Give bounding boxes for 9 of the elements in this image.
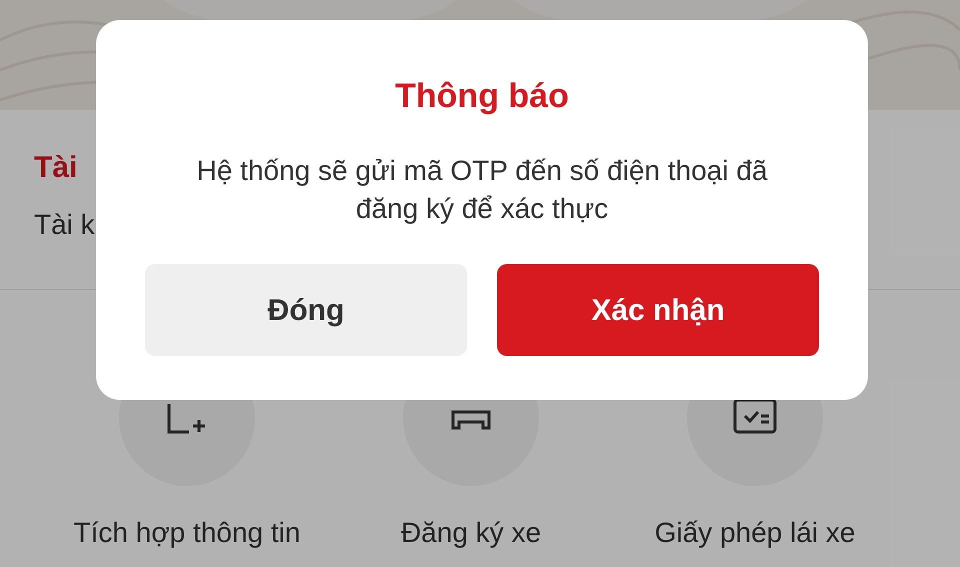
section-subtitle: Tài k [34,208,95,242]
close-button[interactable]: Đóng [145,264,467,356]
dialog-message: Hệ thống sẽ gửi mã OTP đến số điện thoại đã đăng ký để xác thực [196,154,768,226]
service-label: Giấy phép lái xe [654,516,856,550]
service-label: Đăng ký xe [400,516,542,550]
dialog-title: Thông báo [395,76,569,116]
confirm-button[interactable]: Xác nhận [497,264,819,356]
service-label: Tích hợp thông tin [74,516,300,550]
section-title: Tài [34,150,78,186]
